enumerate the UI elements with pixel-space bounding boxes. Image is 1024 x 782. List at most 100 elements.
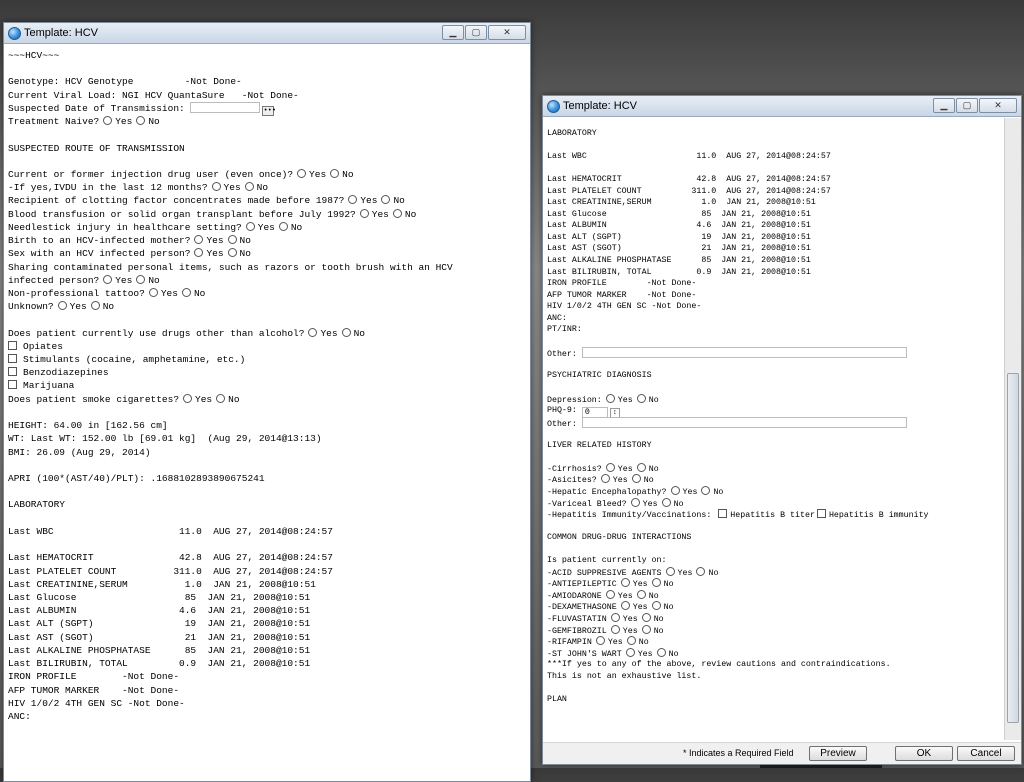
radio-yes[interactable]	[620, 578, 630, 588]
radio-yes[interactable]	[148, 287, 158, 297]
radio-label: Yes	[642, 499, 658, 509]
radio-yes[interactable]	[605, 589, 615, 599]
line-text: -Variceal Bleed?	[547, 499, 627, 509]
maximize-button[interactable]: ▢	[465, 25, 487, 40]
checkbox[interactable]	[718, 509, 728, 519]
checkbox[interactable]	[816, 509, 826, 519]
radio-no[interactable]	[641, 612, 651, 622]
radio-yes[interactable]	[630, 497, 640, 507]
date-picker-button[interactable]: •••	[262, 105, 276, 116]
radio-no[interactable]	[278, 221, 288, 231]
radio-no[interactable]	[701, 485, 711, 495]
radio-no[interactable]	[227, 248, 237, 258]
radio-yes[interactable]	[103, 274, 113, 284]
radio-no[interactable]	[631, 474, 641, 484]
ok-button[interactable]: OK	[895, 746, 953, 761]
template-line	[8, 406, 530, 419]
template-line: BMI: 26.09 (Aug 29, 2014)	[8, 446, 530, 459]
radio-no[interactable]	[651, 601, 661, 611]
radio-no[interactable]	[661, 497, 671, 507]
radio-yes[interactable]	[308, 327, 318, 337]
line-text: Non-professional tattoo?	[8, 287, 145, 299]
template-line	[547, 682, 1003, 694]
template-line	[8, 313, 530, 326]
radio-yes[interactable]	[665, 566, 675, 576]
radio-yes[interactable]	[595, 636, 605, 646]
vertical-scrollbar[interactable]	[1004, 118, 1021, 740]
radio-yes[interactable]	[610, 624, 620, 634]
radio-no[interactable]	[216, 393, 226, 403]
radio-yes[interactable]	[211, 182, 221, 192]
radio-label: Yes	[682, 487, 698, 497]
checkbox[interactable]	[8, 380, 17, 390]
text-field[interactable]	[581, 347, 907, 359]
radio-yes[interactable]	[605, 393, 615, 403]
title-bar[interactable]: Template: HCV ▁ ▢ ✕	[4, 23, 530, 44]
line-text: Last HEMATOCRIT 42.8 AUG 27, 2014@08:24:…	[8, 552, 333, 564]
template-line: Sex with an HCV infected person? Yes No	[8, 247, 530, 260]
scrollbar-thumb[interactable]	[1007, 373, 1019, 723]
text-field[interactable]	[581, 416, 907, 428]
radio-yes[interactable]	[297, 168, 307, 178]
checkbox[interactable]	[8, 340, 17, 350]
radio-no[interactable]	[636, 462, 646, 472]
radio-yes[interactable]	[625, 647, 635, 657]
radio-no[interactable]	[181, 287, 191, 297]
maximize-button[interactable]: ▢	[956, 98, 978, 113]
radio-yes[interactable]	[620, 601, 630, 611]
radio-no[interactable]	[392, 208, 402, 218]
radio-no[interactable]	[651, 578, 661, 588]
cancel-button[interactable]: Cancel	[957, 746, 1015, 761]
title-bar[interactable]: Template: HCV ▁ ▢ ✕	[543, 96, 1021, 117]
line-text: HEIGHT: 64.00 in [162.56 cm]	[8, 420, 168, 432]
radio-yes[interactable]	[194, 248, 204, 258]
preview-button[interactable]: Preview	[809, 746, 867, 761]
close-button[interactable]: ✕	[488, 25, 526, 40]
template-line	[8, 485, 530, 498]
radio-yes[interactable]	[194, 235, 204, 245]
radio-no[interactable]	[341, 327, 351, 337]
radio-no[interactable]	[656, 647, 666, 657]
line-text: Other:	[547, 350, 582, 360]
checkbox[interactable]	[8, 354, 17, 364]
template-line	[547, 359, 1003, 371]
radio-yes[interactable]	[670, 485, 680, 495]
radio-no[interactable]	[136, 116, 146, 126]
radio-no[interactable]	[227, 235, 237, 245]
radio-yes[interactable]	[600, 474, 610, 484]
radio-no[interactable]	[381, 195, 391, 205]
radio-label: No	[342, 168, 354, 180]
radio-yes[interactable]	[359, 208, 369, 218]
radio-no[interactable]	[90, 301, 100, 311]
radio-no[interactable]	[136, 274, 146, 284]
radio-label: Yes	[320, 327, 338, 339]
radio-no[interactable]	[636, 589, 646, 599]
radio-yes[interactable]	[245, 221, 255, 231]
line-text: Recipient of clotting factor concentrate…	[8, 195, 345, 207]
radio-yes[interactable]	[610, 612, 620, 622]
line-text: Blood transfusion or solid organ transpl…	[8, 208, 356, 220]
window-title: Template: HCV	[563, 100, 637, 112]
radio-no[interactable]	[626, 636, 636, 646]
minimize-button[interactable]: ▁	[933, 98, 955, 113]
radio-no[interactable]	[636, 393, 646, 403]
radio-no[interactable]	[696, 566, 706, 576]
close-button[interactable]: ✕	[979, 98, 1017, 113]
radio-no[interactable]	[641, 624, 651, 634]
minimize-button[interactable]: ▁	[442, 25, 464, 40]
radio-yes[interactable]	[183, 393, 193, 403]
radio-yes[interactable]	[605, 462, 615, 472]
radio-no[interactable]	[330, 168, 340, 178]
line-text: -If yes,IVDU in the last 12 months?	[8, 182, 208, 194]
template-line: PLAN	[547, 694, 1003, 706]
line-text: Current Viral Load: NGI HCV QuantaSure -…	[8, 89, 299, 101]
template-line: Last ALBUMIN 4.6 JAN 21, 2008@10:51	[547, 220, 1003, 232]
radio-yes[interactable]	[348, 195, 358, 205]
line-text: WT: Last WT: 152.00 lb [69.01 kg] (Aug 2…	[8, 433, 322, 445]
radio-yes[interactable]	[103, 116, 113, 126]
radio-label: Yes	[257, 221, 275, 233]
text-field[interactable]	[190, 101, 261, 113]
radio-yes[interactable]	[57, 301, 67, 311]
checkbox[interactable]	[8, 367, 17, 377]
radio-no[interactable]	[244, 182, 254, 192]
